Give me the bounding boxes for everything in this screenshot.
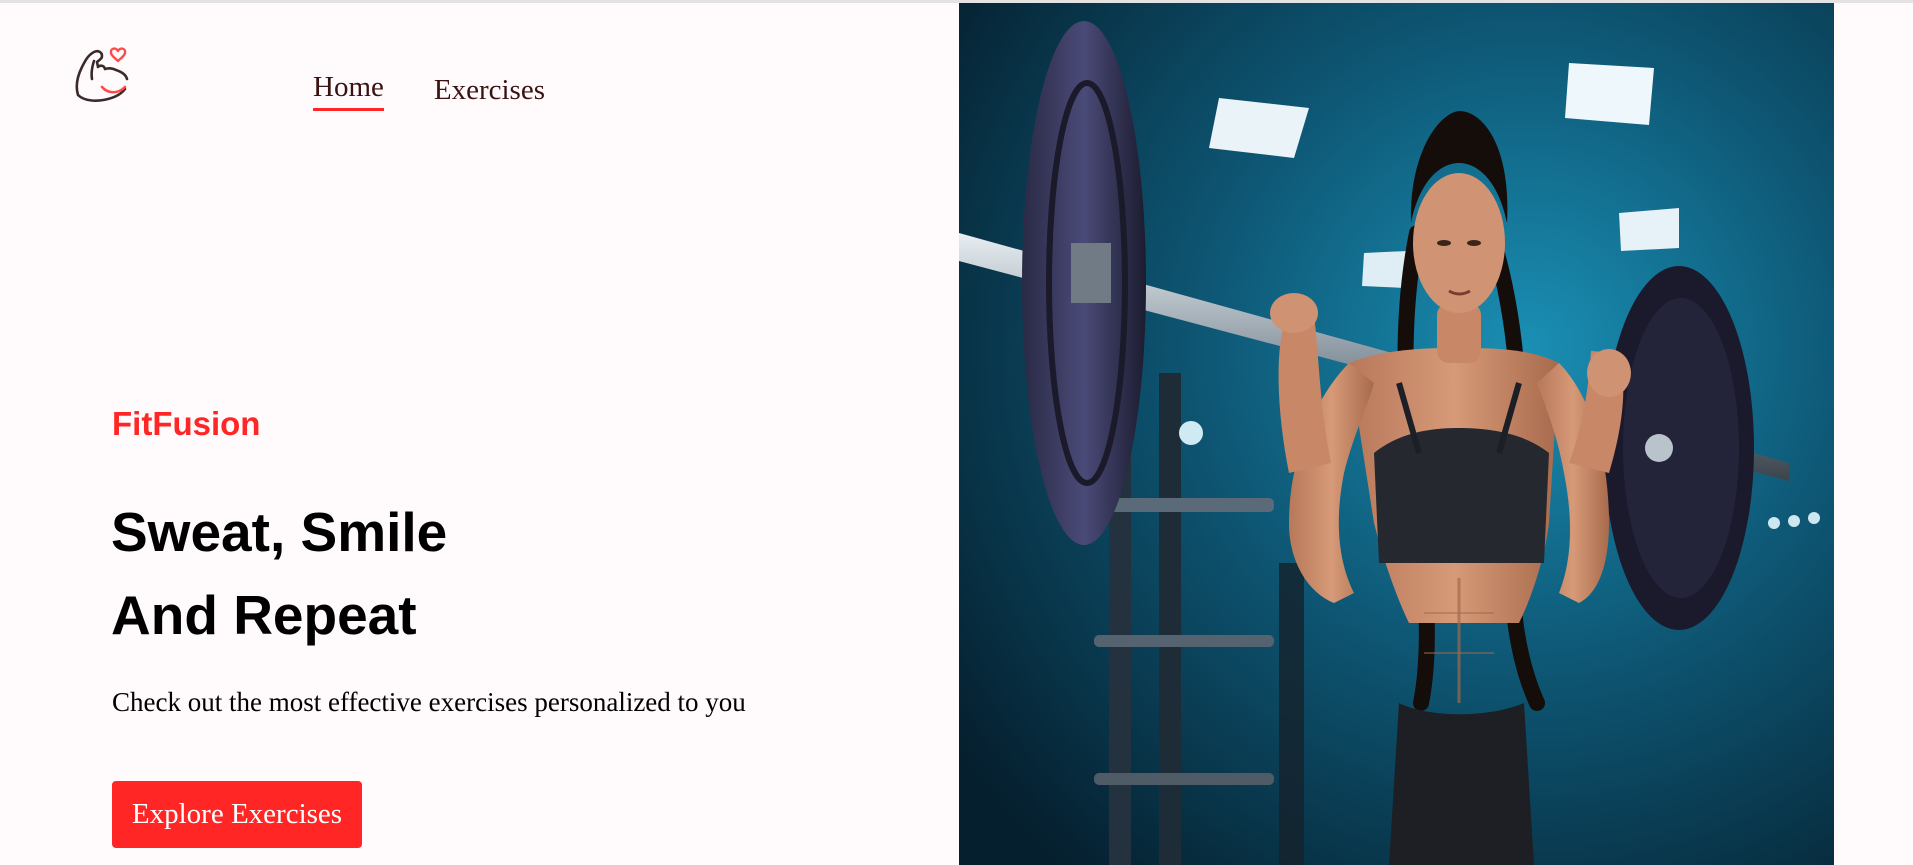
hero-headline: Sweat, Smile And Repeat — [111, 491, 447, 657]
hero-headline-line-2: And Repeat — [111, 584, 417, 646]
flexed-bicep-heart-icon[interactable] — [72, 45, 134, 109]
explore-exercises-button[interactable]: Explore Exercises — [112, 781, 362, 848]
brand-title: FitFusion — [112, 405, 261, 442]
landing-page: Home Exercises FitFusion Sweat, Smile An… — [0, 0, 1913, 865]
main-nav: Home Exercises — [313, 73, 545, 111]
nav-home-link[interactable]: Home — [313, 73, 384, 111]
nav-exercises-link[interactable]: Exercises — [434, 76, 545, 111]
woman-barbell-squat-gym-photo — [959, 3, 1834, 865]
hero-headline-line-1: Sweat, Smile — [111, 501, 448, 563]
hero-subtitle: Check out the most effective exercises p… — [112, 687, 746, 717]
